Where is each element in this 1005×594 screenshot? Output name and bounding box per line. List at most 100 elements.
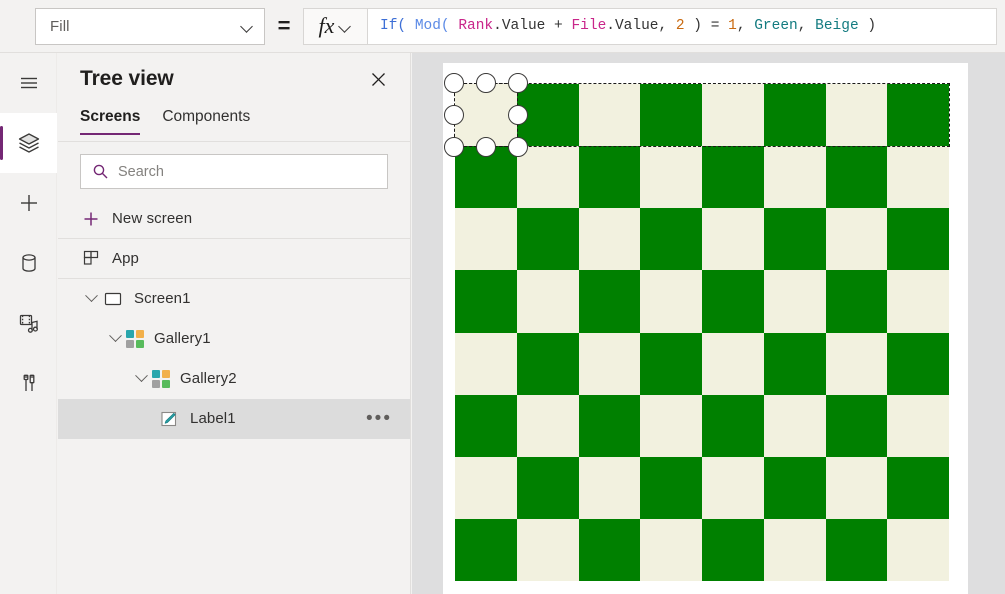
board-square[interactable] xyxy=(640,457,702,519)
formula-token: 2 xyxy=(676,18,685,34)
board-square[interactable] xyxy=(579,457,641,519)
tree-item-label1[interactable]: Label1 ••• xyxy=(58,399,410,439)
board-square[interactable] xyxy=(702,84,764,146)
board-square[interactable] xyxy=(826,146,888,208)
chevron-down-icon[interactable] xyxy=(130,368,152,390)
formula-token: .Value xyxy=(493,18,545,34)
board-square[interactable] xyxy=(764,519,826,581)
board-square[interactable] xyxy=(455,84,517,146)
powerapps-studio: Fill = fx If( Mod( Rank.Value + File.Val… xyxy=(0,0,1005,594)
search-box[interactable] xyxy=(80,154,388,189)
board-square[interactable] xyxy=(455,208,517,270)
property-select[interactable]: Fill xyxy=(35,8,265,45)
hamburger-menu-icon[interactable] xyxy=(0,53,57,113)
board-square[interactable] xyxy=(579,395,641,457)
tree-item-gallery1[interactable]: Gallery1 xyxy=(58,319,410,359)
tree-item-label: Label1 xyxy=(190,410,366,427)
board-square[interactable] xyxy=(579,208,641,270)
board-square[interactable] xyxy=(826,333,888,395)
board-square[interactable] xyxy=(764,457,826,519)
board-square[interactable] xyxy=(640,519,702,581)
board-square[interactable] xyxy=(764,395,826,457)
board-square[interactable] xyxy=(826,519,888,581)
property-select-label: Fill xyxy=(50,18,241,35)
board-square[interactable] xyxy=(579,270,641,332)
board-square[interactable] xyxy=(455,146,517,208)
new-screen-label: New screen xyxy=(112,210,396,227)
board-square[interactable] xyxy=(640,395,702,457)
board-square[interactable] xyxy=(887,395,949,457)
board-square[interactable] xyxy=(887,457,949,519)
board-square[interactable] xyxy=(764,146,826,208)
tree-item-screen1[interactable]: Screen1 xyxy=(58,279,410,319)
board-square[interactable] xyxy=(517,395,579,457)
board-square[interactable] xyxy=(702,395,764,457)
board-square[interactable] xyxy=(579,519,641,581)
board-square[interactable] xyxy=(826,84,888,146)
board-square[interactable] xyxy=(764,208,826,270)
board-square[interactable] xyxy=(887,333,949,395)
insert-plus-icon[interactable] xyxy=(0,173,57,233)
tree-view-layers-icon[interactable] xyxy=(0,113,57,173)
tree-item-gallery2[interactable]: Gallery2 xyxy=(58,359,410,399)
board-square[interactable] xyxy=(640,270,702,332)
board-square[interactable] xyxy=(702,333,764,395)
board-square[interactable] xyxy=(640,146,702,208)
board-square[interactable] xyxy=(579,146,641,208)
board-square[interactable] xyxy=(702,519,764,581)
new-screen-button[interactable]: New screen xyxy=(58,199,410,239)
tab-screens[interactable]: Screens xyxy=(80,105,140,135)
board-square[interactable] xyxy=(517,333,579,395)
board-square[interactable] xyxy=(517,457,579,519)
board-square[interactable] xyxy=(455,270,517,332)
board-square[interactable] xyxy=(517,146,579,208)
media-icon[interactable] xyxy=(0,293,57,353)
canvas-area[interactable] xyxy=(412,53,1005,594)
board-square[interactable] xyxy=(764,333,826,395)
board-square[interactable] xyxy=(826,270,888,332)
advanced-tools-icon[interactable] xyxy=(0,353,57,413)
data-database-icon[interactable] xyxy=(0,233,57,293)
board-square[interactable] xyxy=(455,395,517,457)
board-square[interactable] xyxy=(517,84,579,146)
chevron-down-icon[interactable] xyxy=(104,328,126,350)
formula-token: .Value xyxy=(606,18,658,34)
board-square[interactable] xyxy=(887,270,949,332)
board-square[interactable] xyxy=(702,208,764,270)
tree-view-panel: Tree view Screens Components xyxy=(58,53,411,594)
board-square[interactable] xyxy=(702,146,764,208)
board-square[interactable] xyxy=(887,208,949,270)
close-icon[interactable] xyxy=(363,64,393,94)
tree-item-context-menu-button[interactable]: ••• xyxy=(366,414,396,424)
board-square[interactable] xyxy=(887,519,949,581)
chevron-down-icon[interactable] xyxy=(80,288,102,310)
formula-input[interactable]: If( Mod( Rank.Value + File.Value, 2 ) = … xyxy=(368,8,997,45)
board-square[interactable] xyxy=(517,270,579,332)
board-square[interactable] xyxy=(826,208,888,270)
board-square[interactable] xyxy=(764,270,826,332)
board-square[interactable] xyxy=(826,457,888,519)
fx-button[interactable]: fx xyxy=(303,8,368,45)
formula-token: + xyxy=(545,18,571,34)
app-screen-preview[interactable] xyxy=(443,63,968,594)
board-square[interactable] xyxy=(579,333,641,395)
board-square[interactable] xyxy=(887,84,949,146)
tree-item-app[interactable]: App xyxy=(58,239,410,279)
board-square[interactable] xyxy=(702,457,764,519)
board-square[interactable] xyxy=(640,333,702,395)
board-square[interactable] xyxy=(455,333,517,395)
board-square[interactable] xyxy=(517,208,579,270)
board-square[interactable] xyxy=(517,519,579,581)
board-square[interactable] xyxy=(455,519,517,581)
board-square[interactable] xyxy=(455,457,517,519)
board-square[interactable] xyxy=(702,270,764,332)
tab-components[interactable]: Components xyxy=(162,105,250,135)
board-square[interactable] xyxy=(887,146,949,208)
board-square[interactable] xyxy=(640,84,702,146)
board-square[interactable] xyxy=(826,395,888,457)
search-input[interactable] xyxy=(118,164,376,180)
board-square[interactable] xyxy=(764,84,826,146)
chessboard-gallery[interactable] xyxy=(455,84,949,581)
board-square[interactable] xyxy=(640,208,702,270)
board-square[interactable] xyxy=(579,84,641,146)
